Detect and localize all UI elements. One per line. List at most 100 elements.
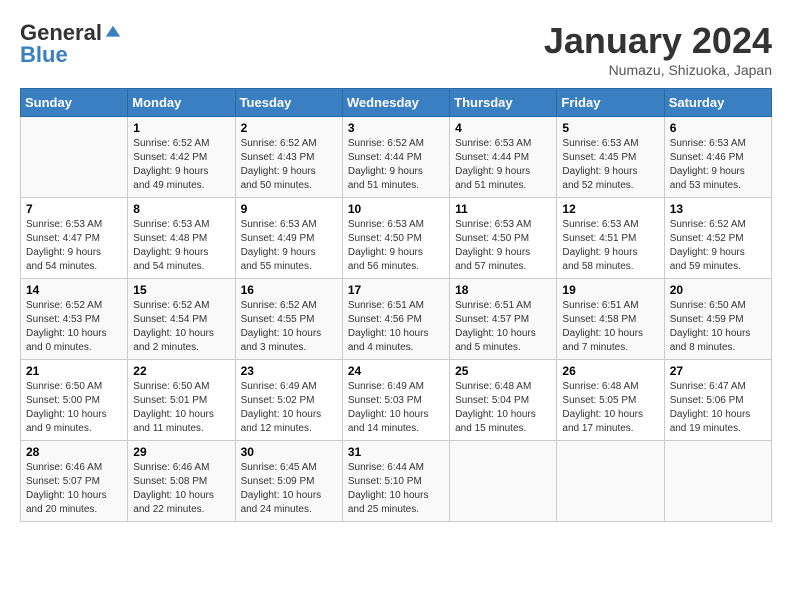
- day-info: Sunrise: 6:50 AM Sunset: 4:59 PM Dayligh…: [670, 299, 766, 355]
- title-block: January 2024 Numazu, Shizuoka, Japan: [544, 20, 772, 78]
- day-info: Sunrise: 6:53 AM Sunset: 4:50 PM Dayligh…: [455, 218, 551, 274]
- calendar-cell: 7Sunrise: 6:53 AM Sunset: 4:47 PM Daylig…: [21, 198, 128, 279]
- day-info: Sunrise: 6:52 AM Sunset: 4:54 PM Dayligh…: [133, 299, 229, 355]
- calendar-week-4: 21 Sunrise: 6:50 AM Sunset: 5:00 PM Dayli…: [21, 360, 772, 441]
- calendar-cell: 28 Sunrise: 6:46 AM Sunset: 5:07 PM Dayli…: [21, 441, 128, 522]
- day-info: Sunrise: 6:46 AM Sunset: 5:07 PM Dayligh…: [26, 461, 122, 517]
- day-number: 21: [26, 364, 122, 378]
- calendar-cell: 10Sunrise: 6:53 AM Sunset: 4:50 PM Dayli…: [342, 198, 449, 279]
- day-number: 31: [348, 445, 444, 459]
- day-info: Sunrise: 6:53 AM Sunset: 4:48 PM Dayligh…: [133, 218, 229, 274]
- calendar-week-1: 1 Sunrise: 6:52 AM Sunset: 4:42 PM Daylig…: [21, 117, 772, 198]
- day-info: Sunrise: 6:53 AM Sunset: 4:49 PM Dayligh…: [241, 218, 337, 274]
- calendar-cell: [450, 441, 557, 522]
- day-number: 6: [670, 121, 766, 135]
- day-number: 3: [348, 121, 444, 135]
- day-info: Sunrise: 6:50 AM Sunset: 5:00 PM Dayligh…: [26, 380, 122, 436]
- calendar-cell: 4Sunrise: 6:53 AM Sunset: 4:44 PM Daylig…: [450, 117, 557, 198]
- day-number: 7: [26, 202, 122, 216]
- header-saturday: Saturday: [664, 89, 771, 117]
- day-number: 13: [670, 202, 766, 216]
- calendar-cell: 8Sunrise: 6:53 AM Sunset: 4:48 PM Daylig…: [128, 198, 235, 279]
- calendar-cell: 16 Sunrise: 6:52 AM Sunset: 4:55 PM Dayli…: [235, 279, 342, 360]
- day-info: Sunrise: 6:49 AM Sunset: 5:03 PM Dayligh…: [348, 380, 444, 436]
- day-number: 22: [133, 364, 229, 378]
- calendar-cell: [557, 441, 664, 522]
- day-info: Sunrise: 6:46 AM Sunset: 5:08 PM Dayligh…: [133, 461, 229, 517]
- header-tuesday: Tuesday: [235, 89, 342, 117]
- calendar-cell: 1 Sunrise: 6:52 AM Sunset: 4:42 PM Daylig…: [128, 117, 235, 198]
- calendar-body: 1 Sunrise: 6:52 AM Sunset: 4:42 PM Daylig…: [21, 117, 772, 522]
- day-number: 9: [241, 202, 337, 216]
- day-number: 10: [348, 202, 444, 216]
- header-thursday: Thursday: [450, 89, 557, 117]
- calendar-cell: 11 Sunrise: 6:53 AM Sunset: 4:50 PM Dayli…: [450, 198, 557, 279]
- day-number: 25: [455, 364, 551, 378]
- header-wednesday: Wednesday: [342, 89, 449, 117]
- header-friday: Friday: [557, 89, 664, 117]
- day-info: Sunrise: 6:52 AM Sunset: 4:55 PM Dayligh…: [241, 299, 337, 355]
- calendar-table: Sunday Monday Tuesday Wednesday Thursday…: [20, 88, 772, 522]
- day-info: Sunrise: 6:52 AM Sunset: 4:42 PM Dayligh…: [133, 137, 229, 193]
- day-info: Sunrise: 6:53 AM Sunset: 4:45 PM Dayligh…: [562, 137, 658, 193]
- day-info: Sunrise: 6:52 AM Sunset: 4:44 PM Dayligh…: [348, 137, 444, 193]
- calendar-week-3: 14 Sunrise: 6:52 AM Sunset: 4:53 PM Dayli…: [21, 279, 772, 360]
- day-number: 16: [241, 283, 337, 297]
- calendar-cell: 15 Sunrise: 6:52 AM Sunset: 4:54 PM Dayli…: [128, 279, 235, 360]
- day-number: 18: [455, 283, 551, 297]
- day-number: 14: [26, 283, 122, 297]
- calendar-cell: 17Sunrise: 6:51 AM Sunset: 4:56 PM Dayli…: [342, 279, 449, 360]
- calendar-cell: 30Sunrise: 6:45 AM Sunset: 5:09 PM Dayli…: [235, 441, 342, 522]
- day-info: Sunrise: 6:50 AM Sunset: 5:01 PM Dayligh…: [133, 380, 229, 436]
- header-sunday: Sunday: [21, 89, 128, 117]
- calendar-cell: 22 Sunrise: 6:50 AM Sunset: 5:01 PM Dayli…: [128, 360, 235, 441]
- calendar-cell: 25 Sunrise: 6:48 AM Sunset: 5:04 PM Dayli…: [450, 360, 557, 441]
- day-info: Sunrise: 6:53 AM Sunset: 4:46 PM Dayligh…: [670, 137, 766, 193]
- logo-blue-text: Blue: [20, 42, 68, 68]
- calendar-cell: 20 Sunrise: 6:50 AM Sunset: 4:59 PM Dayli…: [664, 279, 771, 360]
- calendar-cell: 9 Sunrise: 6:53 AM Sunset: 4:49 PM Daylig…: [235, 198, 342, 279]
- day-info: Sunrise: 6:52 AM Sunset: 4:43 PM Dayligh…: [241, 137, 337, 193]
- calendar-cell: 31 Sunrise: 6:44 AM Sunset: 5:10 PM Dayli…: [342, 441, 449, 522]
- location: Numazu, Shizuoka, Japan: [544, 62, 772, 78]
- day-info: Sunrise: 6:51 AM Sunset: 4:57 PM Dayligh…: [455, 299, 551, 355]
- calendar-cell: 23Sunrise: 6:49 AM Sunset: 5:02 PM Dayli…: [235, 360, 342, 441]
- calendar-cell: 2Sunrise: 6:52 AM Sunset: 4:43 PM Daylig…: [235, 117, 342, 198]
- day-info: Sunrise: 6:44 AM Sunset: 5:10 PM Dayligh…: [348, 461, 444, 517]
- calendar-cell: 18 Sunrise: 6:51 AM Sunset: 4:57 PM Dayli…: [450, 279, 557, 360]
- calendar-cell: 5 Sunrise: 6:53 AM Sunset: 4:45 PM Daylig…: [557, 117, 664, 198]
- day-info: Sunrise: 6:47 AM Sunset: 5:06 PM Dayligh…: [670, 380, 766, 436]
- day-number: 11: [455, 202, 551, 216]
- day-number: 20: [670, 283, 766, 297]
- header-row: Sunday Monday Tuesday Wednesday Thursday…: [21, 89, 772, 117]
- month-title: January 2024: [544, 20, 772, 62]
- day-number: 1: [133, 121, 229, 135]
- day-number: 19: [562, 283, 658, 297]
- day-number: 24: [348, 364, 444, 378]
- day-number: 4: [455, 121, 551, 135]
- day-info: Sunrise: 6:52 AM Sunset: 4:53 PM Dayligh…: [26, 299, 122, 355]
- day-info: Sunrise: 6:48 AM Sunset: 5:05 PM Dayligh…: [562, 380, 658, 436]
- calendar-cell: [21, 117, 128, 198]
- calendar-cell: 6 Sunrise: 6:53 AM Sunset: 4:46 PM Daylig…: [664, 117, 771, 198]
- calendar-cell: 3 Sunrise: 6:52 AM Sunset: 4:44 PM Daylig…: [342, 117, 449, 198]
- calendar-cell: 19Sunrise: 6:51 AM Sunset: 4:58 PM Dayli…: [557, 279, 664, 360]
- day-number: 23: [241, 364, 337, 378]
- calendar-cell: [664, 441, 771, 522]
- calendar-header: Sunday Monday Tuesday Wednesday Thursday…: [21, 89, 772, 117]
- day-number: 27: [670, 364, 766, 378]
- day-info: Sunrise: 6:53 AM Sunset: 4:51 PM Dayligh…: [562, 218, 658, 274]
- day-number: 15: [133, 283, 229, 297]
- calendar-cell: 12Sunrise: 6:53 AM Sunset: 4:51 PM Dayli…: [557, 198, 664, 279]
- day-number: 26: [562, 364, 658, 378]
- calendar-week-2: 7Sunrise: 6:53 AM Sunset: 4:47 PM Daylig…: [21, 198, 772, 279]
- day-number: 28: [26, 445, 122, 459]
- day-info: Sunrise: 6:51 AM Sunset: 4:56 PM Dayligh…: [348, 299, 444, 355]
- day-info: Sunrise: 6:48 AM Sunset: 5:04 PM Dayligh…: [455, 380, 551, 436]
- day-number: 5: [562, 121, 658, 135]
- calendar-cell: 13Sunrise: 6:52 AM Sunset: 4:52 PM Dayli…: [664, 198, 771, 279]
- calendar-cell: 27 Sunrise: 6:47 AM Sunset: 5:06 PM Dayli…: [664, 360, 771, 441]
- calendar-cell: 14 Sunrise: 6:52 AM Sunset: 4:53 PM Dayli…: [21, 279, 128, 360]
- day-info: Sunrise: 6:45 AM Sunset: 5:09 PM Dayligh…: [241, 461, 337, 517]
- header-monday: Monday: [128, 89, 235, 117]
